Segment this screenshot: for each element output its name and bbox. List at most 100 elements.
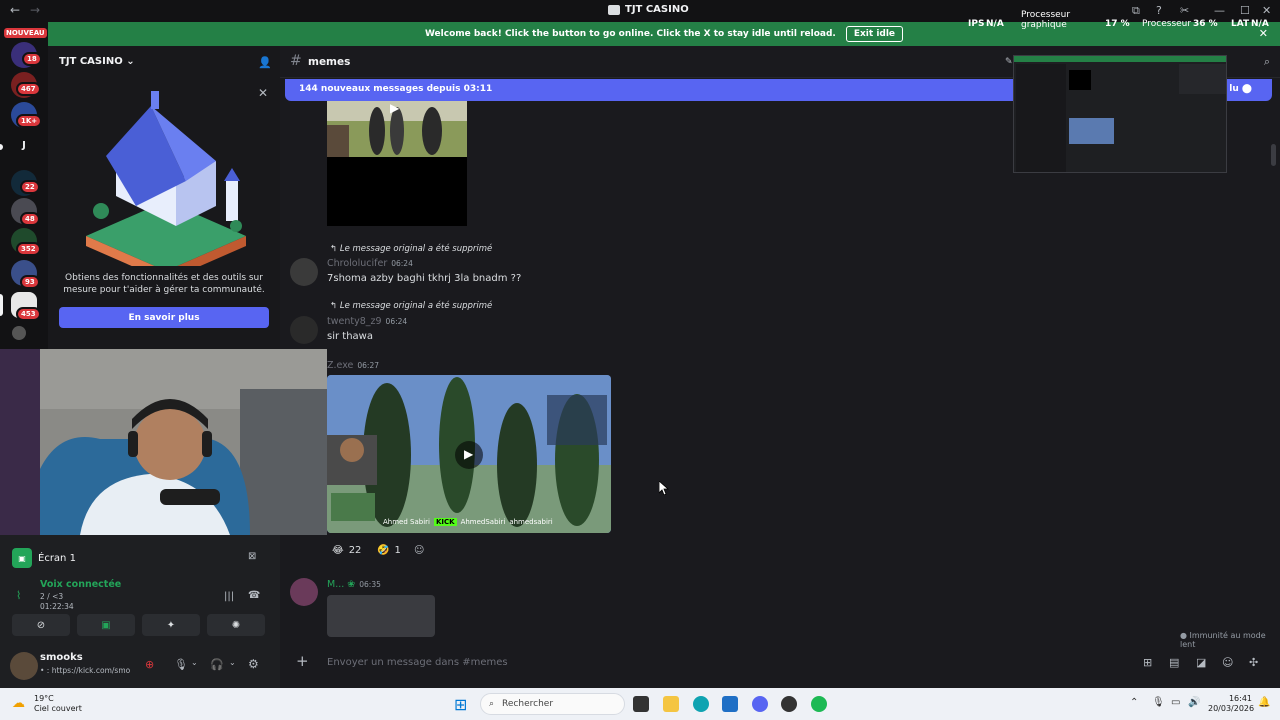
idle-banner: Welcome back! Click the button to go onl… — [48, 22, 1280, 46]
reaction[interactable]: 🤣 1 — [377, 541, 401, 559]
sticker-icon[interactable]: ◪ — [1196, 656, 1206, 669]
inbox-icon[interactable]: ⧉ — [1132, 4, 1140, 18]
disconnect-icon[interactable]: ☎ — [248, 590, 260, 601]
avatar[interactable] — [290, 258, 318, 286]
gift-icon[interactable]: ⊞ — [1143, 656, 1152, 669]
microphone-icon[interactable]: 🎙 — [174, 658, 188, 671]
weather-icon[interactable]: ☁ — [12, 696, 25, 711]
reply-text: Le message original a été supprimé — [339, 244, 493, 254]
invite-people-icon[interactable]: 👤 — [258, 56, 272, 69]
chevron-up-icon[interactable]: ⌃ — [1130, 697, 1138, 708]
soundboard-button[interactable]: ✺ — [207, 614, 265, 636]
store-icon[interactable] — [722, 696, 738, 712]
clock[interactable]: 16:41 20/03/2026 — [1208, 694, 1254, 714]
settings-gear-icon[interactable]: ⚙ — [248, 657, 259, 671]
mention-badge: 453 — [16, 307, 41, 321]
stop-stream-icon[interactable]: ⊠ — [248, 551, 256, 562]
gpu-label-2: graphique — [1021, 20, 1067, 30]
maximize-button[interactable]: ☐ — [1240, 4, 1250, 17]
forward-arrow-icon[interactable]: → — [30, 3, 40, 17]
message-author[interactable]: Chrololucifer 06:24 — [327, 258, 413, 269]
message-author[interactable]: twenty8_z9 06:24 — [327, 316, 407, 327]
taskview-icon[interactable] — [633, 696, 649, 712]
add-attachment-icon[interactable]: + — [296, 652, 309, 670]
help-icon[interactable]: ? — [1156, 4, 1162, 17]
weather-temp: 19°C — [34, 694, 54, 703]
gif-icon[interactable]: ▤ — [1169, 656, 1179, 669]
slowmode-immunity: ● Immunité au mode lent — [1180, 631, 1266, 649]
tools-icon[interactable]: ✂ — [1180, 4, 1189, 17]
avatar[interactable] — [290, 316, 318, 344]
headphones-icon[interactable]: 🎧 — [210, 658, 224, 671]
mark-read-button[interactable]: lu ⬤ — [1229, 84, 1252, 94]
video-attachment[interactable]: ▶ — [327, 101, 467, 226]
edge-icon[interactable] — [693, 696, 709, 712]
house-illustration — [86, 91, 246, 266]
stream-preview[interactable] — [1013, 55, 1227, 173]
message-composer[interactable]: + Envoyer un message dans #memes ⊞ ▤ ◪ ☺… — [285, 648, 1272, 678]
avatar[interactable] — [290, 578, 318, 606]
game-icon[interactable]: ⊕ — [145, 658, 154, 671]
mention-badge: 352 — [16, 242, 41, 256]
file-explorer-icon[interactable] — [663, 696, 679, 712]
video-attachment[interactable]: ▶ Ahmed Sabiri KICK AhmedSabiri ahmedsab… — [327, 375, 611, 533]
learn-more-button[interactable]: En savoir plus — [59, 307, 269, 328]
reaction-emoji: 😂 — [332, 544, 344, 556]
mention-badge: 93 — [20, 275, 40, 289]
channel-hash-icon: # — [290, 53, 302, 69]
reaction-count: 22 — [348, 544, 362, 556]
pin-icon[interactable]: ✎ — [1005, 57, 1013, 67]
microphone-icon[interactable]: 🎙 — [1152, 697, 1165, 708]
minimize-button[interactable]: — — [1214, 4, 1225, 17]
discord-icon[interactable] — [752, 696, 768, 712]
chevron-down-icon[interactable]: ⌄ — [229, 658, 236, 667]
weather-widget[interactable]: 19°C Ciel couvert — [34, 694, 82, 714]
volume-icon[interactable]: 🔊 — [1188, 697, 1200, 708]
add-reaction-icon[interactable]: ☺ — [414, 541, 424, 559]
channel-name: memes — [308, 56, 351, 68]
image-attachment[interactable] — [327, 595, 435, 637]
network-icon[interactable]: ▭ — [1171, 697, 1180, 708]
reaction-count: 1 — [394, 544, 401, 556]
reply-reference[interactable]: ↰ Le message original a été supprimé — [330, 244, 492, 254]
overlay-name: Ahmed Sabiri — [383, 518, 430, 526]
close-window-button[interactable]: ✕ — [1262, 4, 1271, 17]
spotify-icon[interactable] — [811, 696, 827, 712]
exit-idle-button[interactable]: Exit idle — [845, 26, 904, 42]
screen-share-button[interactable]: ▣ — [77, 614, 135, 636]
apps-icon[interactable]: ✣ — [1249, 656, 1258, 669]
camera-off-button[interactable]: ⊘ — [12, 614, 70, 636]
message-author[interactable]: M... ❀ 06:35 — [327, 579, 381, 590]
obs-icon[interactable] — [781, 696, 797, 712]
message-time: 06:24 — [391, 259, 413, 268]
close-promo-icon[interactable]: ✕ — [258, 86, 268, 100]
play-icon[interactable]: ▶ — [390, 101, 399, 115]
notifications-icon[interactable]: 🔔 — [1258, 697, 1270, 708]
voice-status: Voix connectée — [40, 579, 122, 590]
chevron-down-icon[interactable]: ⌄ — [191, 658, 198, 667]
play-icon[interactable]: ▶ — [464, 447, 473, 461]
taskbar-search[interactable]: ⌕ Rechercher — [480, 693, 625, 715]
emoji-icon[interactable]: ☺ — [1222, 656, 1233, 669]
search-icon[interactable]: ⌕ — [1264, 55, 1270, 69]
noise-suppression-icon[interactable]: ||| — [224, 591, 234, 602]
avatar[interactable] — [10, 652, 38, 680]
reply-reference[interactable]: ↰ Le message original a été supprimé — [330, 301, 492, 311]
server-letter-icon[interactable]: J — [11, 136, 37, 156]
activities-button[interactable]: ✦ — [142, 614, 200, 636]
scrollbar-thumb[interactable] — [1271, 144, 1276, 166]
preview-panel — [1179, 64, 1226, 94]
windows-start-icon[interactable]: ⊞ — [454, 695, 467, 714]
gpu-label-1: Processeur — [1021, 10, 1071, 20]
server-icon[interactable] — [12, 326, 26, 340]
user-name: smooks — [40, 652, 83, 663]
reaction[interactable]: 😂 22 — [332, 541, 361, 559]
cpu-label: Processeur — [1142, 19, 1192, 29]
back-arrow-icon[interactable]: ← — [10, 3, 20, 17]
voice-channel-name: 2 / <3 01:22:34 — [40, 592, 74, 612]
title-bar: ← → TJT CASINO ⧉ ? ✂ — ☐ ✕ — [0, 0, 1280, 22]
message-author[interactable]: Z.exe 06:27 — [327, 360, 379, 371]
clock-time: 16:41 — [1228, 694, 1252, 703]
guild-name-button[interactable]: TJT CASINO ⌄ — [59, 56, 135, 67]
message-input[interactable]: Envoyer un message dans #memes — [327, 657, 508, 668]
